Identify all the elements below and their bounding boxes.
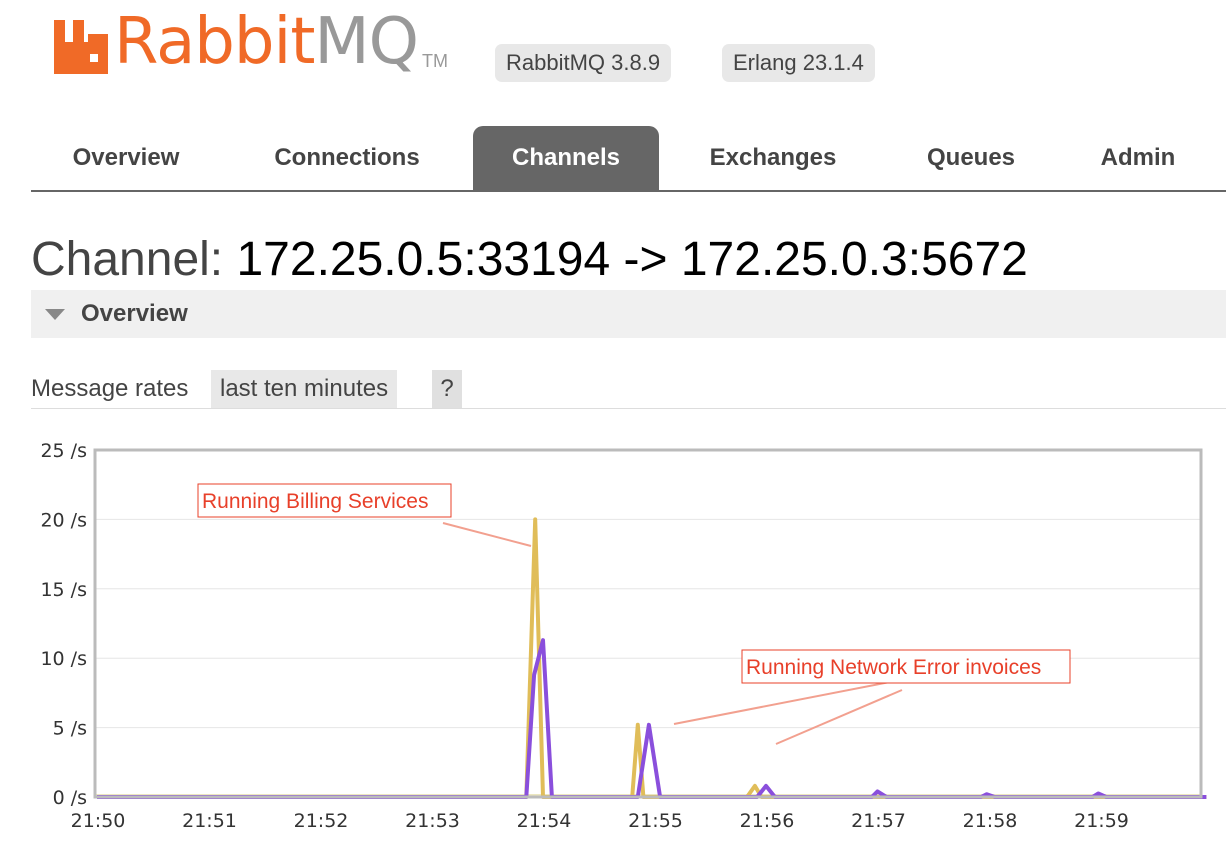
time-range-selector[interactable]: last ten minutes — [211, 370, 398, 408]
x-tick-label: 21:55 — [628, 810, 683, 832]
chart-y-axis: 0 /s 5 /s 10 /s 15 /s 20 /s 25 /s — [40, 440, 87, 809]
page-title-label: Channel: — [31, 233, 224, 286]
y-tick-label: 10 /s — [40, 648, 87, 670]
page-title-channel: 172.25.0.5:33194 -> 172.25.0.3:5672 — [236, 233, 1028, 286]
annotation-label: Running Network Error invoices — [746, 656, 1041, 679]
y-tick-label: 20 /s — [40, 509, 87, 531]
y-tick-label: 5 /s — [53, 718, 87, 740]
x-tick-label: 21:56 — [740, 810, 795, 832]
overview-section-label: Overview — [81, 300, 188, 327]
rabbitmq-logo[interactable]: Rabbit MQ TM — [54, 10, 448, 74]
overview-section-toggle[interactable]: Overview — [31, 290, 1226, 338]
page-title: Channel: 172.25.0.5:33194 -> 172.25.0.3:… — [31, 232, 1028, 287]
x-tick-label: 21:57 — [851, 810, 906, 832]
x-tick-label: 21:51 — [182, 810, 237, 832]
tab-queues[interactable]: Queues — [893, 126, 1049, 190]
rabbitmq-version-badge: RabbitMQ 3.8.9 — [495, 44, 672, 82]
y-tick-label: 15 /s — [40, 579, 87, 601]
triangle-down-icon — [45, 309, 65, 320]
x-tick-label: 21:50 — [71, 810, 126, 832]
tab-exchanges[interactable]: Exchanges — [687, 126, 859, 190]
annotation-label: Running Billing Services — [202, 490, 428, 513]
main-nav: Overview Connections Channels Exchanges … — [31, 126, 1226, 192]
logo-wordmark-rabbit: Rabbit — [114, 5, 315, 79]
x-tick-label: 21:58 — [963, 810, 1018, 832]
y-tick-label: 0 /s — [53, 787, 87, 809]
x-tick-label: 21:59 — [1074, 810, 1129, 832]
x-tick-label: 21:54 — [517, 810, 572, 832]
logo-wordmark-mq: MQ — [314, 5, 419, 79]
tab-channels[interactable]: Channels — [473, 126, 659, 190]
rabbitmq-logo-icon — [54, 20, 108, 74]
message-rates-header: Message rates last ten minutes ? — [31, 370, 1226, 409]
annotation-leader-line — [775, 689, 903, 745]
erlang-version-badge: Erlang 23.1.4 — [722, 44, 875, 82]
tab-admin[interactable]: Admin — [1081, 126, 1195, 190]
annotation-leader-line — [442, 522, 532, 547]
y-tick-label: 25 /s — [40, 440, 87, 462]
chart-annotations: Running Billing Services Running Network … — [197, 483, 1071, 745]
chart-x-axis: 21:50 21:51 21:52 21:53 21:54 21:55 21:56 21:57… — [71, 810, 1129, 832]
x-tick-label: 21:53 — [405, 810, 460, 832]
tab-overview[interactable]: Overview — [31, 126, 221, 190]
tab-connections[interactable]: Connections — [249, 126, 445, 190]
x-tick-label: 21:52 — [294, 810, 349, 832]
help-button[interactable]: ? — [432, 370, 462, 408]
annotation-leader-line — [673, 681, 891, 725]
logo-trademark: TM — [422, 51, 448, 71]
message-rates-label: Message rates — [31, 375, 189, 402]
message-rates-chart: 0 /s5 /s10 /s15 /s20 /s25 /s 21:50 21:51 2… — [40, 440, 1207, 832]
